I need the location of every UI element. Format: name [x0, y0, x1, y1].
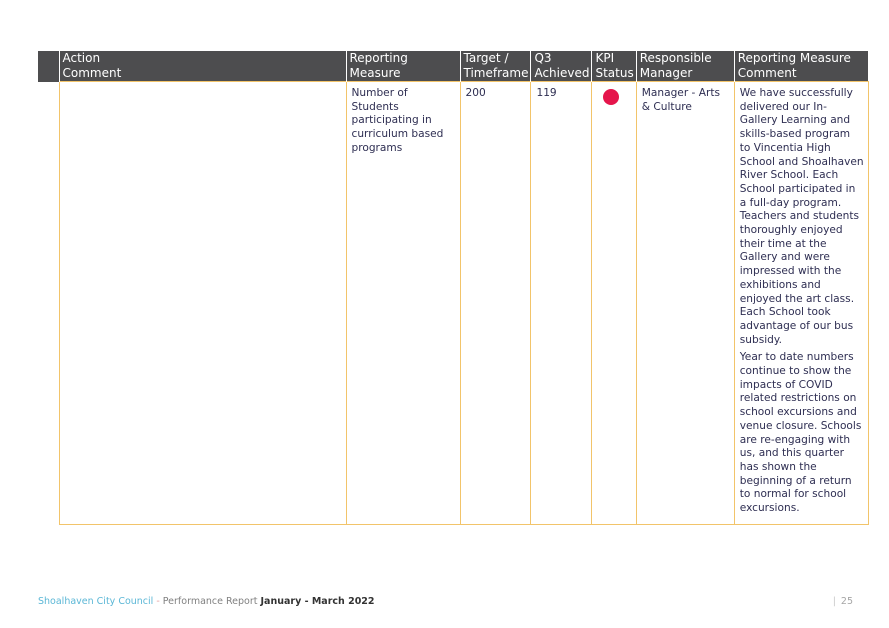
cell-responsible-manager: Manager - Arts & Culture	[635, 81, 735, 525]
header-q3-achieved: Q3 Achieved	[530, 51, 592, 82]
cell-kpi-status	[591, 81, 637, 525]
header-action-comment: Action Comment	[58, 51, 346, 82]
cell-target: 200	[459, 81, 532, 525]
page-number-value: 25	[840, 596, 853, 607]
comment-paragraph: Year to date numbers continue to show th…	[739, 351, 862, 515]
cell-action-comment	[58, 81, 347, 525]
performance-table: Action Comment Reporting Measure Target / T…	[38, 51, 869, 525]
header-target-timeframe: Target / Timeframe	[459, 51, 531, 82]
footer-separator: -	[153, 596, 163, 607]
header-kpi-status: KPI Status	[591, 51, 637, 82]
footer-report-name: Performance Report	[162, 596, 261, 607]
footer-period: January - March 2022	[260, 596, 375, 607]
page-footer: Shoalhaven City Council - Performance Re…	[38, 596, 375, 607]
cell-reporting-measure: Number of Students participating in curr…	[345, 81, 461, 525]
comment-paragraph: We have successfully delivered our In-Ga…	[739, 87, 864, 346]
header-spacer	[38, 51, 59, 82]
page-number-separator: |	[832, 596, 836, 607]
row-spacer	[38, 82, 59, 525]
kpi-status-red-dot-icon	[603, 89, 620, 105]
table-row: Number of Students participating in curr…	[38, 81, 869, 525]
cell-q3-achieved: 119	[530, 81, 593, 525]
cell-reporting-measure-comment: We have successfully delivered our In-Ga…	[733, 81, 869, 525]
page-number: | 25	[833, 596, 853, 607]
header-reporting-measure-comment: Reporting Measure Comment	[733, 51, 869, 82]
header-responsible-manager: Responsible Manager	[635, 51, 735, 82]
header-reporting-measure: Reporting Measure	[345, 51, 460, 82]
table-header-row: Action Comment Reporting Measure Target / T…	[38, 51, 869, 82]
footer-organization: Shoalhaven City Council	[38, 596, 154, 607]
